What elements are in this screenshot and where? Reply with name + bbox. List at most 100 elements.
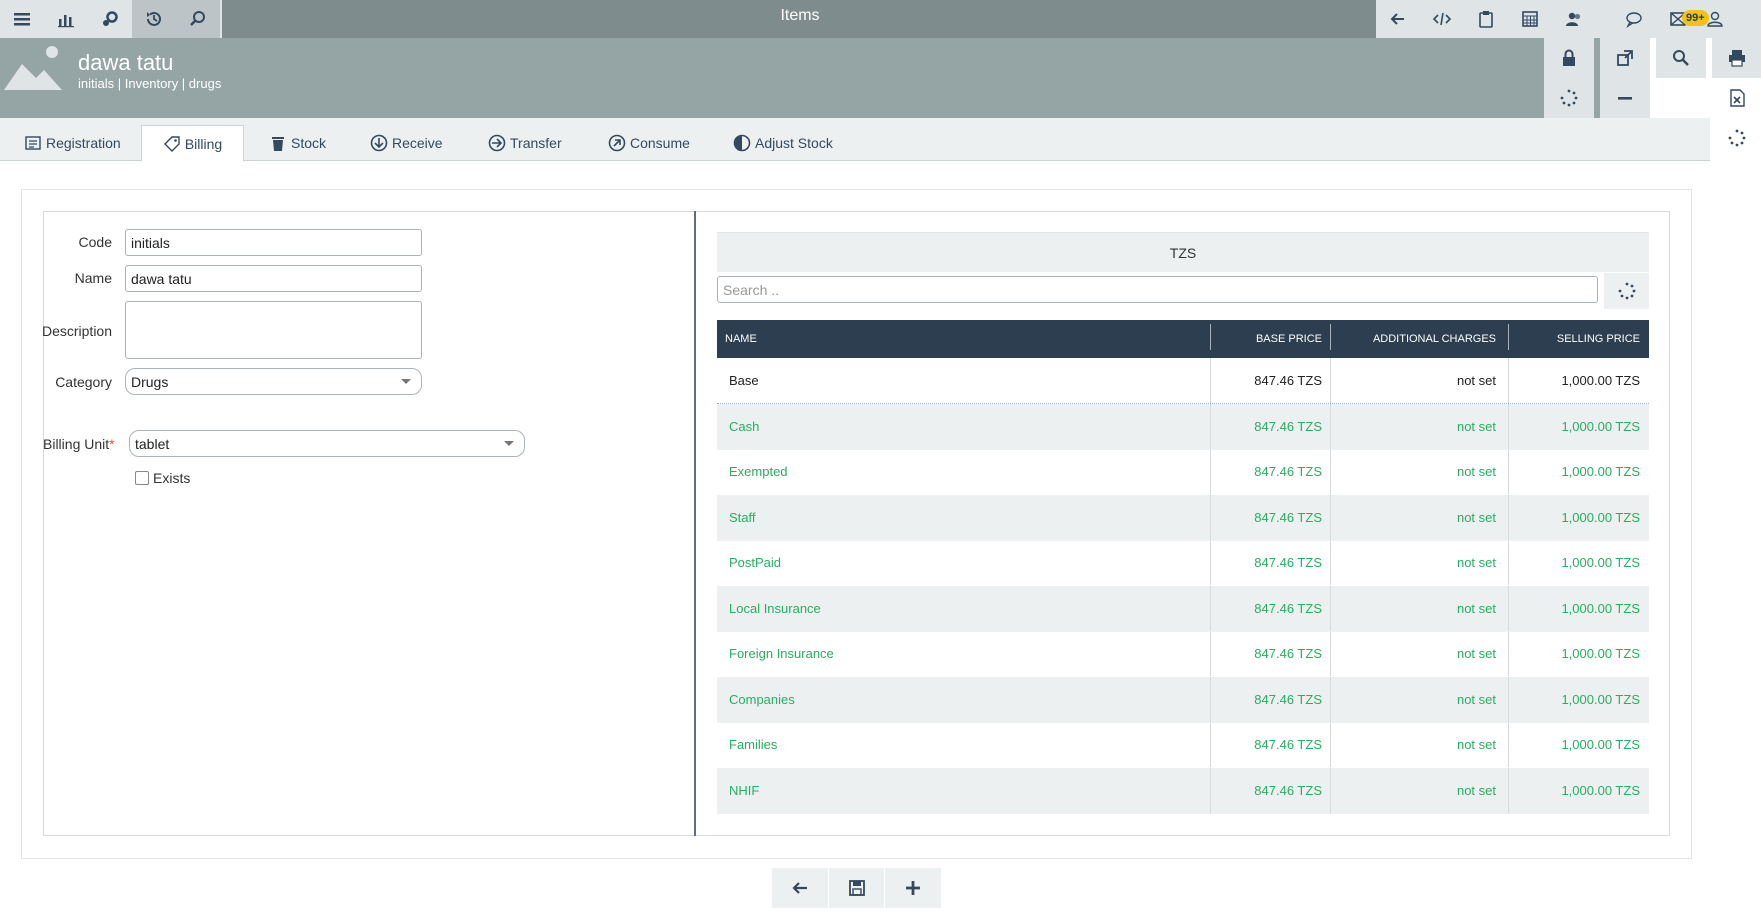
popout-icon[interactable] (1600, 38, 1650, 78)
loading-icon-secondary[interactable] (1712, 118, 1761, 158)
column-header-selling-price[interactable]: SELLING PRICE (1509, 320, 1640, 358)
billing-unit-value: tablet (135, 435, 170, 452)
row-name: Companies (729, 691, 795, 707)
row-base-price: 847.46 TZS (1254, 418, 1322, 434)
row-selling-price: 1,000.00 TZS (1561, 646, 1640, 662)
top-left-toolbar (0, 0, 222, 38)
menu-icon[interactable] (0, 0, 44, 38)
billing-unit-label: Billing Unit* (43, 436, 115, 452)
users-icon[interactable] (1552, 0, 1596, 38)
table-row[interactable]: Local Insurance 847.46 TZS not set 1,000.00… (717, 586, 1649, 632)
code-field[interactable]: initials (125, 229, 422, 256)
save-icon (848, 880, 865, 896)
tab-stock[interactable]: Stock (263, 125, 332, 161)
row-selling-price: 1,000.00 TZS (1561, 737, 1640, 753)
code-icon[interactable] (1420, 0, 1464, 38)
row-additional-charges: not set (1456, 555, 1496, 571)
row-base-price: 847.46 TZS (1254, 646, 1322, 662)
tab-billing[interactable]: Billing (141, 125, 244, 162)
minimize-icon[interactable] (1600, 78, 1650, 118)
table-row[interactable]: NHIF 847.46 TZS not set 1,000.00 TZS (717, 768, 1649, 814)
item-image-placeholder-icon (4, 46, 62, 90)
arrow-right-circle-icon (488, 134, 506, 152)
price-search-input[interactable]: Search .. (717, 276, 1598, 303)
add-button[interactable] (885, 868, 943, 908)
column-header-additional-charges[interactable]: ADDITIONAL CHARGES (1331, 320, 1496, 358)
table-row[interactable]: Staff 847.46 TZS not set 1,000.00 TZS (717, 495, 1649, 541)
exists-label: Exists (153, 470, 191, 486)
back-button[interactable] (772, 868, 829, 908)
table-row[interactable]: Families 847.46 TZS not set 1,000.00 TZS (717, 722, 1649, 768)
table-row[interactable]: Companies 847.46 TZS not set 1,000.00 TZS (717, 677, 1649, 723)
row-selling-price: 1,000.00 TZS (1561, 691, 1640, 707)
panel-divider[interactable] (694, 211, 696, 836)
exists-checkbox[interactable] (135, 471, 149, 485)
loading-icon (1618, 282, 1635, 300)
billing-unit-select[interactable]: tablet (129, 430, 525, 457)
save-button[interactable] (829, 868, 886, 908)
row-additional-charges: not set (1456, 646, 1496, 662)
row-selling-price: 1,000.00 TZS (1561, 464, 1640, 480)
history-icon[interactable] (132, 0, 176, 38)
row-name: PostPaid (729, 555, 782, 571)
tab-adjust-stock[interactable]: Adjust Stock (727, 125, 839, 161)
row-selling-price: 1,000.00 TZS (1561, 555, 1640, 571)
row-base-price: 847.46 TZS (1254, 737, 1322, 753)
half-circle-icon (733, 134, 751, 152)
lock-icon[interactable] (1544, 38, 1594, 78)
tab-label: Adjust Stock (755, 135, 833, 151)
arrow-up-right-circle-icon (608, 134, 626, 152)
calculator-icon[interactable] (1508, 0, 1552, 38)
search-icon[interactable] (176, 0, 220, 38)
chevron-down-icon (401, 379, 411, 384)
chart-icon[interactable] (44, 0, 88, 38)
table-row[interactable]: PostPaid 847.46 TZS not set 1,000.00 TZS (717, 540, 1649, 586)
loading-icon[interactable] (1544, 78, 1594, 118)
row-additional-charges: not set (1456, 737, 1496, 753)
row-base-price: 847.46 TZS (1254, 782, 1322, 798)
table-row[interactable]: Base 847.46 TZS not set 1,000.00 TZS (717, 358, 1649, 404)
table-row[interactable]: Exempted 847.46 TZS not set 1,000.00 TZS (717, 449, 1649, 495)
settings-icon[interactable] (88, 0, 132, 38)
row-base-price: 847.46 TZS (1254, 373, 1322, 388)
name-field[interactable]: dawa tatu (125, 265, 422, 292)
tab-consume[interactable]: Consume (602, 125, 696, 161)
column-header-name[interactable]: NAME (725, 320, 757, 358)
tab-label: Receive (392, 135, 443, 151)
row-name: Local Insurance (729, 600, 821, 616)
tab-receive[interactable]: Receive (364, 125, 449, 161)
row-selling-price: 1,000.00 TZS (1561, 782, 1640, 798)
clipboard-icon[interactable] (1464, 0, 1508, 38)
description-field[interactable] (125, 301, 422, 359)
row-additional-charges: not set (1456, 464, 1496, 480)
column-header-base-price[interactable]: BASE PRICE (1211, 320, 1322, 358)
table-row[interactable]: Cash 847.46 TZS not set 1,000.00 TZS (717, 404, 1649, 450)
billing-unit-label-text: Billing Unit (43, 436, 110, 452)
refresh-button[interactable] (1604, 273, 1649, 309)
mail-icon[interactable]: 99+ (1656, 0, 1709, 38)
table-row[interactable]: Foreign Insurance 847.46 TZS not set 1,000.… (717, 631, 1649, 677)
category-select[interactable]: Drugs (125, 368, 422, 395)
arrow-down-circle-icon (370, 134, 388, 152)
mail-badge: 99+ (1682, 10, 1709, 26)
tab-transfer[interactable]: Transfer (482, 125, 568, 161)
excel-export-icon[interactable] (1712, 78, 1761, 118)
row-name: Families (729, 737, 778, 753)
category-value: Drugs (131, 373, 169, 390)
row-base-price: 847.46 TZS (1254, 691, 1322, 707)
plus-icon (906, 881, 921, 895)
print-icon[interactable] (1712, 38, 1761, 78)
row-selling-price: 1,000.00 TZS (1561, 373, 1640, 388)
required-marker: * (109, 436, 115, 452)
back-icon[interactable] (1376, 0, 1420, 38)
zoom-icon[interactable] (1656, 38, 1706, 78)
chat-icon[interactable] (1612, 0, 1656, 38)
row-additional-charges: not set (1456, 373, 1496, 388)
currency-header: TZS (717, 232, 1649, 272)
tab-registration[interactable]: Registration (18, 125, 127, 161)
window-title: Items (780, 7, 820, 24)
price-table-header: NAME BASE PRICE ADDITIONAL CHARGES SELLI… (717, 320, 1649, 358)
tab-label: Consume (630, 135, 690, 151)
tab-label: Registration (46, 135, 121, 151)
name-label: Name (74, 270, 112, 286)
